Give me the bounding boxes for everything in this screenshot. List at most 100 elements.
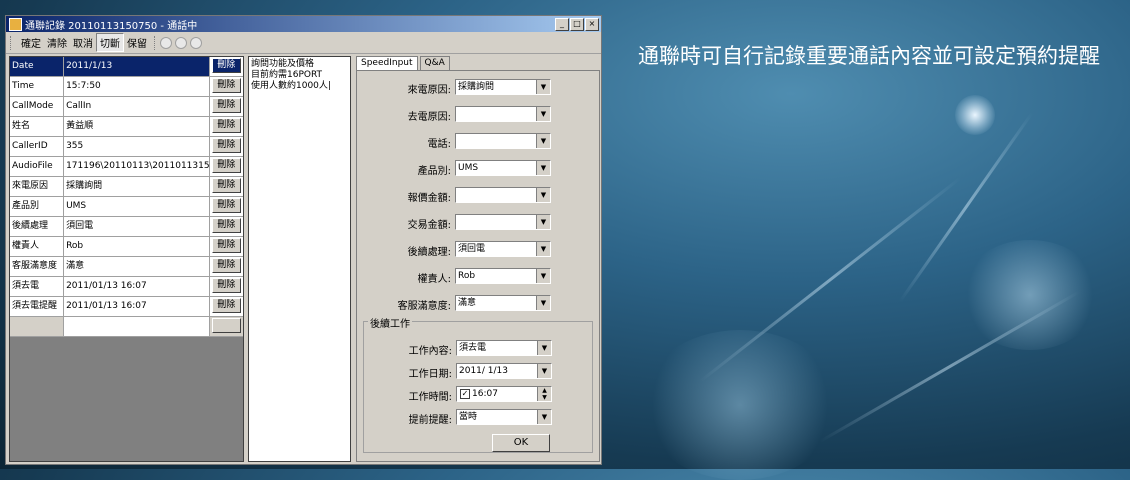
form-row-quote-amount: 報價金額: ▼	[357, 187, 597, 205]
window-title: 通聯記錄 20110113150750 - 通話中	[25, 20, 198, 32]
row-value[interactable]: 須回電	[64, 217, 210, 236]
delete-button[interactable]: 刪除	[211, 98, 241, 113]
dropdown-arrow-icon[interactable]: ▼	[536, 80, 550, 94]
table-row[interactable]: Date 2011/1/13 刪除	[10, 57, 243, 77]
confirm-button[interactable]: 確定	[18, 34, 44, 51]
table-row[interactable]: AudioFile 171196\20110113\20110113150750…	[10, 157, 243, 177]
delete-button[interactable]: 刪除	[211, 198, 241, 213]
row-value[interactable]: 滿意	[64, 257, 210, 276]
owner-select[interactable]: Rob ▼	[455, 268, 551, 284]
dropdown-arrow-icon[interactable]: ▼	[537, 364, 551, 378]
dropdown-arrow-icon[interactable]: ▼	[536, 161, 550, 175]
row-key: Time	[10, 77, 65, 96]
dropdown-arrow-icon[interactable]: ▼	[536, 269, 550, 283]
notes-textarea[interactable]: 詢問功能及價格 目前約需16PORT 使用人數約1000人|	[248, 56, 351, 462]
field-label: 客服滿意度:	[397, 301, 451, 312]
time-spinner-icon[interactable]: ▲ ▼	[537, 387, 551, 401]
toolbar-separator	[154, 35, 156, 50]
field-label: 工作日期:	[408, 369, 452, 380]
row-key: Date	[10, 57, 65, 76]
table-row[interactable]: 後續處理 須回電 刪除	[10, 217, 243, 237]
delete-button[interactable]: 刪除	[211, 118, 241, 133]
form-row-followup: 後續處理: 須回電 ▼	[357, 241, 597, 259]
row-value[interactable]: CallIn	[64, 97, 210, 116]
delete-button[interactable]: 刪除	[211, 298, 241, 313]
hangup-button[interactable]: 切斷	[96, 33, 124, 52]
row-value[interactable]: 15:7:50	[64, 77, 210, 96]
pause-icon[interactable]	[175, 36, 187, 49]
outbound-reason-select[interactable]: ▼	[455, 106, 551, 122]
table-row[interactable]: 權責人 Rob 刪除	[10, 237, 243, 257]
product-select[interactable]: UMS ▼	[455, 160, 551, 176]
dropdown-arrow-icon[interactable]: ▼	[536, 107, 550, 121]
dropdown-arrow-icon[interactable]: ▼	[537, 410, 551, 424]
delete-button[interactable]: 刪除	[211, 58, 241, 73]
close-button[interactable]: ×	[585, 17, 599, 31]
dropdown-arrow-icon[interactable]: ▼	[536, 296, 550, 310]
new-row-button[interactable]	[211, 318, 241, 333]
delete-button[interactable]: 刪除	[211, 78, 241, 93]
row-value[interactable]: 黃益順	[64, 117, 210, 136]
record-icon[interactable]	[160, 36, 172, 49]
phone-select[interactable]: ▼	[455, 133, 551, 149]
row-value[interactable]: 355	[64, 137, 210, 156]
minimize-button[interactable]: _	[555, 17, 569, 31]
table-row[interactable]: CallerID 355 刪除	[10, 137, 243, 157]
row-value[interactable]: Rob	[64, 237, 210, 256]
dropdown-arrow-icon[interactable]: ▼	[536, 242, 550, 256]
stop-icon[interactable]	[190, 36, 202, 49]
delete-button[interactable]: 刪除	[211, 218, 241, 233]
window-titlebar: 通聯記錄 20110113150750 - 通話中 _ □ ×	[6, 16, 601, 32]
call-reason-select[interactable]: 採購詢問 ▼	[455, 79, 551, 95]
row-key: 後續處理	[10, 217, 65, 236]
row-value[interactable]: 2011/1/13	[64, 57, 210, 76]
delete-button[interactable]: 刪除	[211, 178, 241, 193]
app-icon	[9, 17, 22, 31]
row-key: 須去電提醒	[10, 297, 65, 316]
new-row-key[interactable]	[10, 317, 65, 336]
table-row[interactable]: 產品別 UMS 刪除	[10, 197, 243, 217]
delete-button[interactable]: 刪除	[211, 238, 241, 253]
table-row[interactable]: 客服滿意度 滿意 刪除	[10, 257, 243, 277]
row-key: 產品別	[10, 197, 65, 216]
table-row[interactable]: CallMode CallIn 刪除	[10, 97, 243, 117]
table-row[interactable]: 須去電提醒 2011/01/13 16:07 刪除	[10, 297, 243, 317]
tab-qa[interactable]: Q&A	[419, 56, 450, 70]
delete-button[interactable]: 刪除	[211, 138, 241, 153]
satisfaction-select[interactable]: 滿意 ▼	[455, 295, 551, 311]
delete-button[interactable]: 刪除	[211, 258, 241, 273]
table-row[interactable]: 須去電 2011/01/13 16:07 刪除	[10, 277, 243, 297]
quote-amount-select[interactable]: ▼	[455, 187, 551, 203]
row-key: 權責人	[10, 237, 65, 256]
cancel-button[interactable]: 取消	[70, 34, 96, 51]
deal-amount-select[interactable]: ▼	[455, 214, 551, 230]
clear-button[interactable]: 清除	[44, 34, 70, 51]
maximize-button[interactable]: □	[570, 17, 584, 31]
row-value[interactable]: 2011/01/13 16:07	[64, 297, 210, 316]
new-row-value[interactable]	[64, 317, 210, 336]
dropdown-arrow-icon[interactable]: ▼	[536, 215, 550, 229]
table-row[interactable]: 姓名 黃益順 刪除	[10, 117, 243, 137]
work-date-picker[interactable]: 2011/ 1/13 ▼	[456, 363, 552, 379]
tab-speedinput[interactable]: SpeedInput	[356, 56, 418, 70]
table-row[interactable]: 來電原因 採購詢問 刪除	[10, 177, 243, 197]
dropdown-arrow-icon[interactable]: ▼	[537, 341, 551, 355]
dropdown-arrow-icon[interactable]: ▼	[536, 188, 550, 202]
delete-button[interactable]: 刪除	[211, 278, 241, 293]
ok-button[interactable]: OK	[492, 434, 550, 452]
hold-button[interactable]: 保留	[124, 34, 150, 51]
work-time-checkbox[interactable]: ✓	[460, 388, 470, 399]
work-content-select[interactable]: 須去電 ▼	[456, 340, 552, 356]
row-value[interactable]: 2011/01/13 16:07	[64, 277, 210, 296]
followup-select[interactable]: 須回電 ▼	[455, 241, 551, 257]
dropdown-arrow-icon[interactable]: ▼	[536, 134, 550, 148]
row-value[interactable]: 採購詢問	[64, 177, 210, 196]
row-value[interactable]: 171196\20110113\20110113150750	[64, 157, 210, 176]
table-row[interactable]: Time 15:7:50 刪除	[10, 77, 243, 97]
new-row[interactable]	[10, 317, 243, 337]
work-time-picker[interactable]: ✓ 16:07 ▲ ▼	[456, 386, 552, 402]
followup-group-title: 後續工作	[368, 315, 412, 330]
reminder-select[interactable]: 當時 ▼	[456, 409, 552, 425]
delete-button[interactable]: 刪除	[211, 158, 241, 173]
row-value[interactable]: UMS	[64, 197, 210, 216]
